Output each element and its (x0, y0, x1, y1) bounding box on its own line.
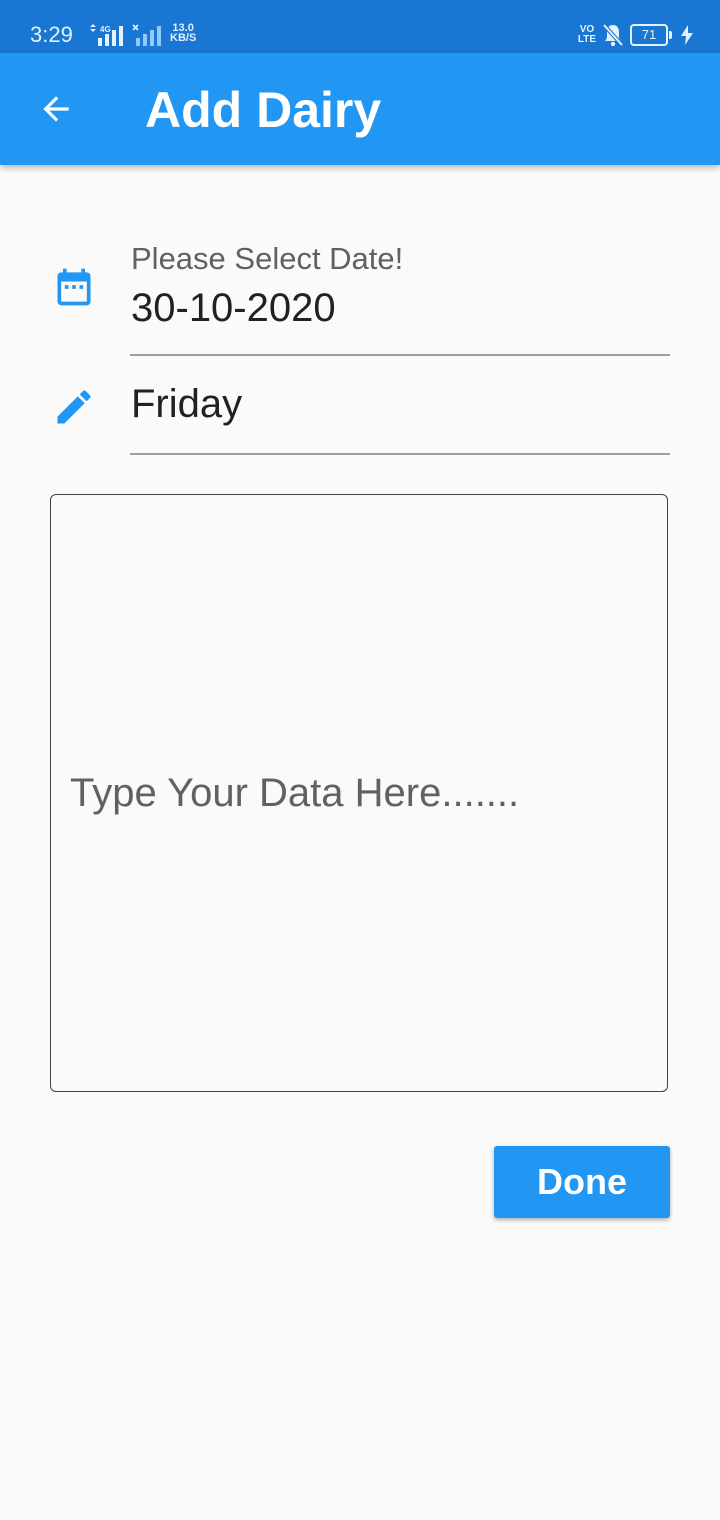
status-time: 3:29 (30, 22, 73, 47)
day-field[interactable]: Friday (0, 357, 720, 457)
signal-group: 4G (88, 22, 162, 46)
day-underline (130, 453, 670, 455)
date-value: 30-10-2020 (131, 286, 336, 330)
notes-placeholder: Type Your Data Here....... (70, 771, 520, 815)
battery-icon: 71 (630, 24, 672, 46)
back-button[interactable] (28, 81, 84, 137)
app-bar: Add Dairy (0, 53, 720, 165)
bell-off-icon (602, 23, 624, 47)
volte-icon: VO LTE (578, 25, 596, 45)
network-type: 4G (100, 25, 111, 34)
date-label: Please Select Date! (131, 241, 404, 276)
page-title: Add Dairy (145, 82, 382, 138)
calendar-icon (57, 268, 91, 306)
status-right-group: VO LTE 71 (578, 22, 694, 48)
arrow-back-icon (43, 96, 69, 122)
done-button[interactable]: Done (494, 1146, 670, 1218)
date-field[interactable]: Please Select Date! 30-10-2020 (0, 235, 720, 357)
signal-icon (132, 24, 161, 46)
signal-icon: 4G (90, 24, 123, 46)
day-value: Friday (131, 382, 243, 426)
pencil-icon (57, 390, 91, 424)
notes-input[interactable]: Type Your Data Here....... (50, 494, 668, 1092)
speed-unit: KB/S (170, 32, 197, 44)
date-underline (130, 354, 670, 356)
network-speed: 13.0 KB/S (170, 23, 197, 44)
volte-bottom-text: LTE (577, 34, 596, 45)
charging-bolt-icon (681, 25, 693, 45)
status-bar: 3:29 4G 13.0 KB/S VO LTE 71 (0, 0, 720, 53)
